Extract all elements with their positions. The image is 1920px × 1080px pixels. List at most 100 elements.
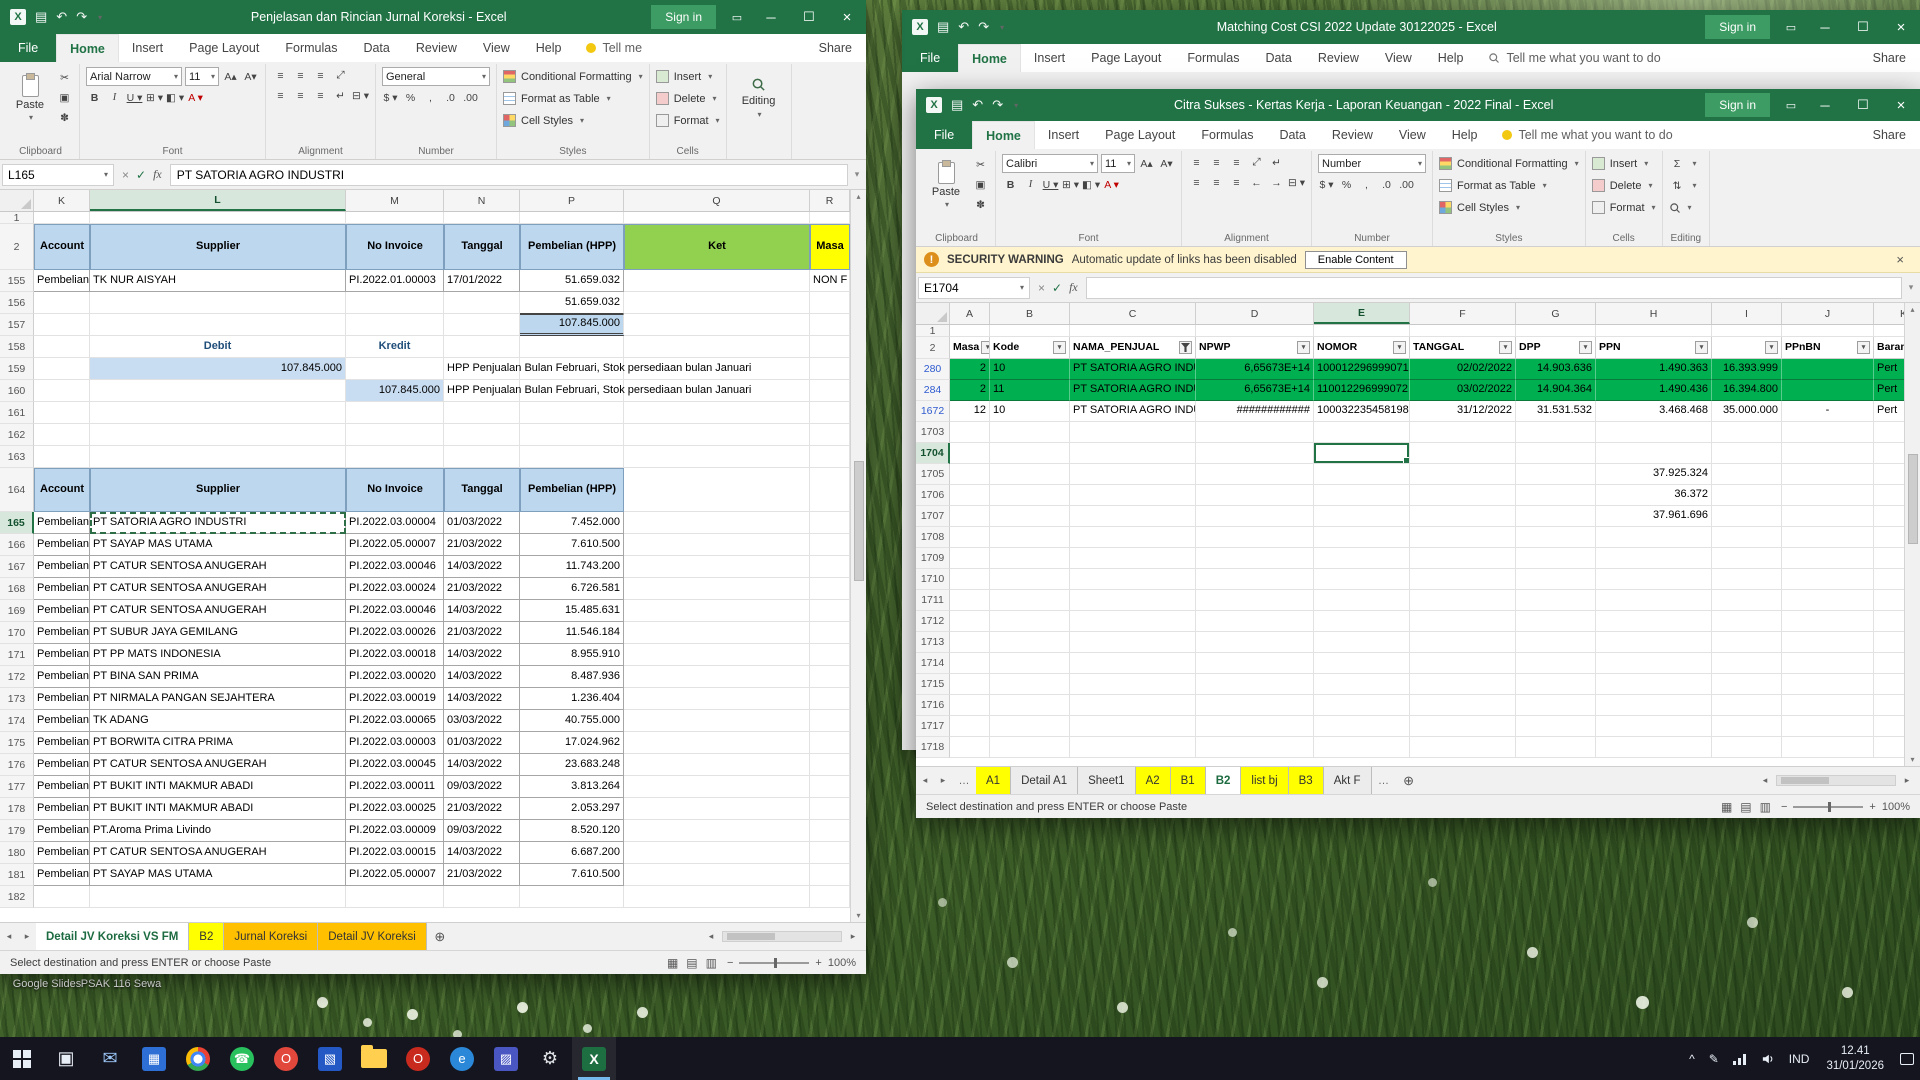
cell-A284[interactable]: 2 bbox=[950, 380, 990, 401]
cell-P161[interactable] bbox=[520, 402, 624, 424]
cell-E1717[interactable] bbox=[1314, 716, 1410, 737]
row-header-284[interactable]: 284 bbox=[916, 380, 950, 401]
cell-P177[interactable]: 3.813.264 bbox=[520, 776, 624, 798]
ribbon-display-options-icon[interactable]: ▭ bbox=[1776, 99, 1806, 112]
cell-B1705[interactable] bbox=[990, 464, 1070, 485]
cell-R155[interactable]: NON F bbox=[810, 270, 850, 292]
network-icon[interactable] bbox=[1726, 1037, 1754, 1080]
cell-Q162[interactable] bbox=[624, 424, 810, 446]
cell-L178[interactable]: PT BUKIT INTI MAKMUR ABADI bbox=[90, 798, 346, 820]
window-excel-citra-sukses[interactable]: X ▤ ↶ ↷ ▾ Citra Sukses - Kertas Kerja - … bbox=[916, 89, 1920, 818]
cell-F280[interactable]: 02/02/2022 bbox=[1410, 359, 1516, 380]
cell-K164[interactable]: Account bbox=[34, 468, 90, 512]
row-header-1709[interactable]: 1709 bbox=[916, 548, 950, 569]
cell-R175[interactable] bbox=[810, 732, 850, 754]
cell-P173[interactable]: 1.236.404 bbox=[520, 688, 624, 710]
cell-A1710[interactable] bbox=[950, 569, 990, 590]
cell-A1711[interactable] bbox=[950, 590, 990, 611]
cell-F1672[interactable]: 31/12/2022 bbox=[1410, 401, 1516, 422]
insert-function-icon[interactable]: fx bbox=[1069, 280, 1078, 295]
cell-N168[interactable]: 21/03/2022 bbox=[444, 578, 520, 600]
taskbar-icon-photos[interactable]: ▧ bbox=[308, 1037, 352, 1080]
filter-button[interactable]: ▾ bbox=[1297, 341, 1310, 354]
cell-R171[interactable] bbox=[810, 644, 850, 666]
window-excel-jurnal-koreksi[interactable]: X ▤ ↶ ↷ ▾ Penjelasan dan Rincian Jurnal … bbox=[0, 0, 866, 974]
cell-C1711[interactable] bbox=[1070, 590, 1196, 611]
normal-view-icon[interactable]: ▦ bbox=[1721, 800, 1732, 814]
borders-icon[interactable]: ⊞ ▾ bbox=[1062, 176, 1079, 193]
enable-content-button[interactable]: Enable Content bbox=[1305, 251, 1407, 269]
cell-B280[interactable]: 10 bbox=[990, 359, 1070, 380]
cell-F1705[interactable] bbox=[1410, 464, 1516, 485]
cell-Q166[interactable] bbox=[624, 534, 810, 556]
share-button[interactable]: Share bbox=[1859, 121, 1920, 149]
cell-K171[interactable]: Pembelian bbox=[34, 644, 90, 666]
cell-R179[interactable] bbox=[810, 820, 850, 842]
pen-icon[interactable]: ✎ bbox=[1702, 1037, 1726, 1080]
taskbar-icon-app-blue[interactable]: ▨ bbox=[484, 1037, 528, 1080]
vertical-scrollbar[interactable]: ▴▾ bbox=[850, 190, 866, 922]
row-header-280[interactable]: 280 bbox=[916, 359, 950, 380]
taskbar-icon-mail[interactable]: ✉ bbox=[88, 1037, 132, 1080]
cell-Q175[interactable] bbox=[624, 732, 810, 754]
cell-N2[interactable]: Tanggal bbox=[444, 224, 520, 270]
cell-M179[interactable]: PI.2022.03.00009 bbox=[346, 820, 444, 842]
row-header-1672[interactable]: 1672 bbox=[916, 401, 950, 422]
security-bar-close-icon[interactable]: × bbox=[1888, 252, 1912, 267]
cell-Q157[interactable] bbox=[624, 314, 810, 336]
row-header-1703[interactable]: 1703 bbox=[916, 422, 950, 443]
taskbar-icon-file-explorer[interactable] bbox=[352, 1037, 396, 1080]
cell-B1703[interactable] bbox=[990, 422, 1070, 443]
cell-C280[interactable]: PT SATORIA AGRO INDUS bbox=[1070, 359, 1196, 380]
tell-me-box[interactable]: Tell me bbox=[574, 34, 654, 62]
comma-style-icon[interactable]: , bbox=[422, 89, 439, 106]
cell-G1713[interactable] bbox=[1516, 632, 1596, 653]
cell-L177[interactable]: PT BUKIT INTI MAKMUR ABADI bbox=[90, 776, 346, 798]
cell-R174[interactable] bbox=[810, 710, 850, 732]
tell-me-box[interactable]: Tell me what you want to do bbox=[1490, 121, 1684, 149]
title-bar[interactable]: X ▤ ↶ ↷ ▾ Matching Cost CSI 2022 Update … bbox=[902, 10, 1920, 44]
cell-H1718[interactable] bbox=[1596, 737, 1712, 758]
row-header-1707[interactable]: 1707 bbox=[916, 506, 950, 527]
cell-M162[interactable] bbox=[346, 424, 444, 446]
cell-A1715[interactable] bbox=[950, 674, 990, 695]
cell-F1709[interactable] bbox=[1410, 548, 1516, 569]
ribbon-tab-insert[interactable]: Insert bbox=[1021, 44, 1078, 72]
taskbar-icon-opera[interactable]: O bbox=[396, 1037, 440, 1080]
ribbon-tab-data[interactable]: Data bbox=[1252, 44, 1304, 72]
zoom-out-icon[interactable]: − bbox=[727, 957, 733, 969]
cell-G284[interactable]: 14.904.364 bbox=[1516, 380, 1596, 401]
cell-L1[interactable] bbox=[90, 212, 346, 224]
cell-K161[interactable] bbox=[34, 402, 90, 424]
filter-button[interactable]: ▾ bbox=[981, 341, 990, 354]
cell-Q1[interactable] bbox=[624, 212, 810, 224]
align-center-icon[interactable]: ≡ bbox=[1208, 174, 1225, 191]
cell-K158[interactable] bbox=[34, 336, 90, 358]
enter-icon[interactable]: ✓ bbox=[1052, 281, 1062, 295]
cell-M155[interactable]: PI.2022.01.00003 bbox=[346, 270, 444, 292]
cell-R1[interactable] bbox=[810, 212, 850, 224]
merge-center-icon[interactable]: ⊟ ▾ bbox=[1288, 174, 1305, 191]
cancel-icon[interactable]: × bbox=[1038, 281, 1045, 295]
column-header-G[interactable]: G bbox=[1516, 303, 1596, 324]
cell-G1714[interactable] bbox=[1516, 653, 1596, 674]
cell-L166[interactable]: PT SAYAP MAS UTAMA bbox=[90, 534, 346, 556]
sheet-tab-b2[interactable]: B2 bbox=[189, 923, 224, 950]
cell-D1711[interactable] bbox=[1196, 590, 1314, 611]
cell-B1718[interactable] bbox=[990, 737, 1070, 758]
sheet-tab-b2[interactable]: B2 bbox=[1206, 767, 1242, 794]
cell-I1709[interactable] bbox=[1712, 548, 1782, 569]
cell-R181[interactable] bbox=[810, 864, 850, 886]
cell-B284[interactable]: 11 bbox=[990, 380, 1070, 401]
cell-G1707[interactable] bbox=[1516, 506, 1596, 527]
cell-L161[interactable] bbox=[90, 402, 346, 424]
cell-J1711[interactable] bbox=[1782, 590, 1874, 611]
share-button[interactable]: Share bbox=[805, 34, 866, 62]
cell-L157[interactable] bbox=[90, 314, 346, 336]
column-header-C[interactable]: C bbox=[1070, 303, 1196, 324]
cell-Q177[interactable] bbox=[624, 776, 810, 798]
ribbon-tab-file[interactable]: File bbox=[0, 34, 56, 62]
taskbar-icon-edge[interactable]: e bbox=[440, 1037, 484, 1080]
cell-F1711[interactable] bbox=[1410, 590, 1516, 611]
underline-button[interactable]: U ▾ bbox=[1042, 176, 1059, 193]
